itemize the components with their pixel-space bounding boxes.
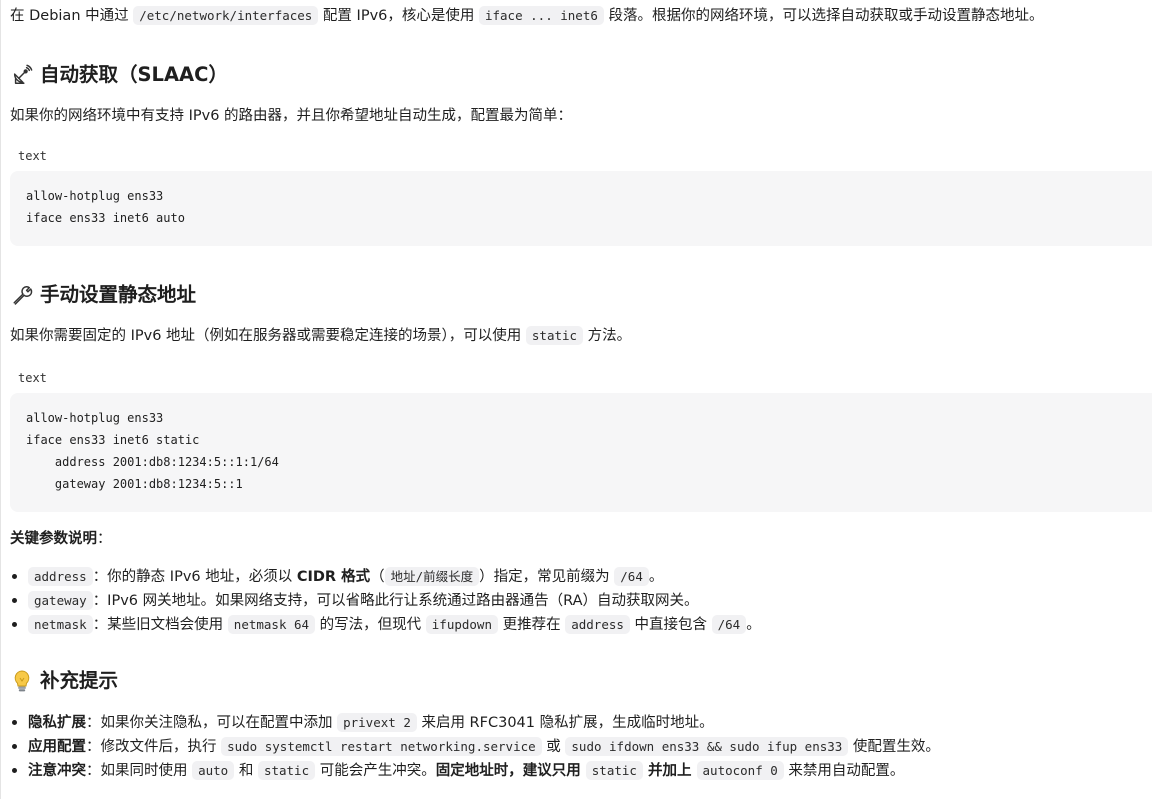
static-description: 如果你需要固定的 IPv6 地址（例如在服务器或需要稳定连接的场景），可以使用 … xyxy=(10,326,632,345)
list-item: 隐私扩展：如果你关注隐私，可以在配置中添加 privext 2 来启用 RFC3… xyxy=(10,711,940,735)
params-list: address ：你的静态 IPv6 地址，必须以 CIDR 格式（ 地址/前缀长度… xyxy=(10,565,761,637)
tips-list: 隐私扩展：如果你关注隐私，可以在配置中添加 privext 2 来启用 RFC3… xyxy=(10,711,940,783)
satellite-dish-icon xyxy=(10,63,34,87)
params-title: 关键参数说明： xyxy=(10,531,112,547)
code-text: allow-hotplug ens33 iface ens33 inet6 st… xyxy=(26,411,279,491)
code-block-slaac[interactable]: allow-hotplug ens33 iface ens33 inet6 au… xyxy=(10,171,1152,246)
inline-code: iface ... inet6 xyxy=(478,6,604,25)
lightbulb-icon xyxy=(10,669,34,693)
heading-static: 手动设置静态地址 xyxy=(10,281,196,309)
heading-tips: 补充提示 xyxy=(10,667,118,695)
code-language-label: text xyxy=(18,149,47,163)
code-text: allow-hotplug ens33 iface ens33 inet6 au… xyxy=(26,189,185,225)
inline-code: static xyxy=(525,326,584,345)
code-language-label: text xyxy=(18,371,47,385)
list-item: 注意冲突：如果同时使用 auto 和 static 可能会产生冲突。固定地址时，… xyxy=(10,759,940,783)
heading-slaac: 自动获取（SLAAC） xyxy=(10,61,228,89)
list-item: gateway ：IPv6 网关地址。如果网络支持，可以省略此行让系统通过路由器通… xyxy=(10,589,761,613)
list-item: netmask ：某些旧文档会使用 netmask 64 的写法，但现代 ifup… xyxy=(10,613,761,637)
list-item: 应用配置：修改文件后，执行 sudo systemctl restart net… xyxy=(10,735,940,759)
list-item: address ：你的静态 IPv6 地址，必须以 CIDR 格式（ 地址/前缀长度… xyxy=(10,565,761,589)
slaac-description: 如果你的网络环境中有支持 IPv6 的路由器，并且你希望地址自动生成，配置最为简… xyxy=(10,108,573,124)
intro-paragraph: 在 Debian 中通过 /etc/network/interfaces 配置 … xyxy=(10,6,1044,25)
wrench-icon xyxy=(10,283,34,307)
code-block-static[interactable]: allow-hotplug ens33 iface ens33 inet6 st… xyxy=(10,393,1152,512)
inline-code: /etc/network/interfaces xyxy=(133,6,319,25)
left-border xyxy=(0,0,1,799)
